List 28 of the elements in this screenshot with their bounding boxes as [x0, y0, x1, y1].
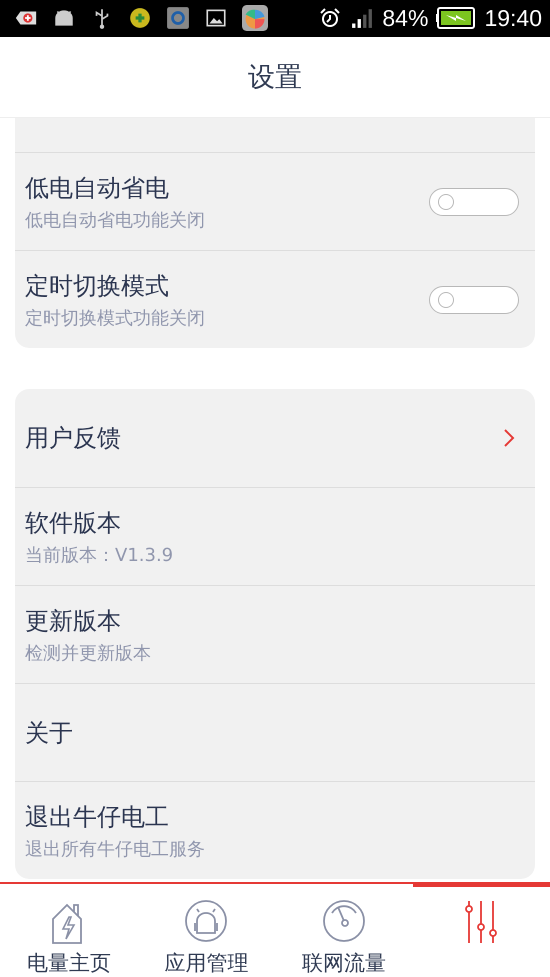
battery-icon: [436, 7, 476, 30]
robot-icon: [184, 899, 228, 945]
chevron-right-icon: [503, 428, 515, 448]
setting-title: 定时切换模式: [25, 270, 170, 302]
setting-title: 退出牛仔电工: [25, 802, 170, 832]
toggle-switch[interactable]: [429, 286, 519, 314]
setting-description: 当前版本：V1.3.9: [25, 544, 174, 566]
setting-title: 用户反馈: [25, 423, 121, 454]
setting-title: 更新版本: [25, 606, 122, 636]
setting-title: 关于: [25, 718, 73, 748]
image-icon: [204, 7, 228, 30]
signal-icon: [350, 7, 374, 30]
app-icon: [242, 5, 268, 32]
app-icon: [166, 7, 190, 30]
gauge-icon: [322, 899, 366, 945]
alarm-icon: [318, 7, 342, 30]
screen-title: 设置: [248, 60, 302, 95]
setting-description: 检测并更新版本: [25, 642, 151, 664]
settings-row[interactable]: 用户反馈: [15, 389, 535, 487]
setting-description: 定时切换模式功能关闭: [25, 306, 205, 330]
toggle-switch[interactable]: [429, 188, 519, 216]
setting-description: 低电自动省电功能关闭: [25, 208, 205, 232]
battery-percent: 84%: [382, 4, 428, 32]
setting-title: 软件版本: [25, 508, 122, 538]
clock: 19:40: [484, 4, 542, 32]
setting-description: 退出所有牛仔电工服务: [25, 838, 205, 860]
plus-circle-icon: [128, 7, 152, 30]
setting-title: 低电自动省电: [25, 172, 170, 204]
